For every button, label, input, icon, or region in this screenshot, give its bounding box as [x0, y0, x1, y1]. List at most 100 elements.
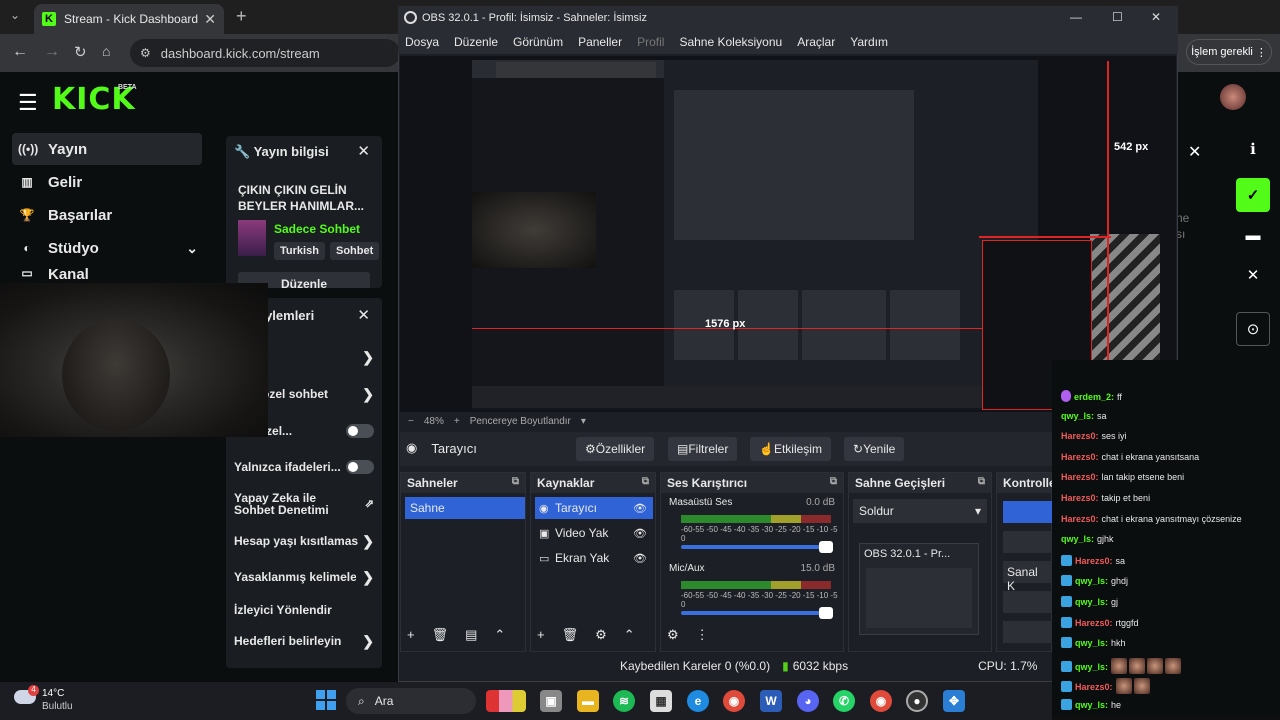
popout-icon[interactable]: ⧉ — [830, 476, 837, 487]
obs-taskbar-icon[interactable]: ● — [906, 690, 928, 712]
fit-window-label[interactable]: Pencereye Boyutlandır — [470, 416, 571, 427]
close-icon[interactable]: ✕ — [357, 142, 370, 160]
chat-username[interactable]: Harezs0: — [1061, 452, 1099, 462]
gear-icon[interactable]: ⚙ — [595, 627, 607, 643]
action-ai-moderation[interactable]: Yapay Zeka ile Sohbet Denetimi ⇗ — [234, 492, 374, 516]
chat-username[interactable]: Harezs0: — [1075, 618, 1113, 628]
properties-button[interactable]: ⚙ Özellikler — [576, 437, 655, 461]
chat-username[interactable]: qwy_ls: — [1075, 597, 1108, 607]
scene-item[interactable]: Sahne — [405, 497, 525, 519]
tab-close-icon[interactable]: ✕ — [204, 11, 216, 28]
chat-username[interactable]: qwy_ls: — [1075, 662, 1108, 672]
info-icon[interactable]: ℹ — [1236, 132, 1270, 166]
layout-icon[interactable]: ▬ — [1236, 218, 1270, 252]
popout-icon[interactable]: ⧉ — [512, 476, 519, 487]
action-set-goals[interactable]: Hedefleri belirleyin ❯ — [234, 633, 374, 649]
chat-username[interactable]: Harezs0: — [1061, 431, 1099, 441]
chevron-up-icon[interactable]: ⌃ — [624, 627, 635, 643]
close-icon[interactable]: ✕ — [357, 306, 370, 324]
forward-icon[interactable]: → — [44, 43, 60, 61]
edge-icon[interactable]: e — [687, 690, 709, 712]
popout-icon[interactable]: ⧉ — [642, 476, 649, 487]
chat-username[interactable]: Harezs0: — [1061, 493, 1099, 503]
tag-turkish[interactable]: Turkish — [274, 242, 325, 260]
site-info-icon[interactable]: ⚙ — [140, 46, 151, 60]
spotify-icon[interactable]: ≋ — [613, 690, 635, 712]
action-emote-only[interactable]: Yalnızca ifadeleri... — [234, 460, 374, 474]
chat-username[interactable]: qwy_ls: — [1075, 638, 1108, 648]
chevron-down-icon[interactable]: ▾ — [581, 416, 586, 427]
chat-username[interactable]: erdem_2: — [1074, 392, 1114, 402]
chat-username[interactable]: qwy_ls: — [1075, 700, 1108, 710]
target-icon[interactable]: ⊙ — [1236, 312, 1270, 346]
trash-icon[interactable]: 🗑 — [562, 627, 579, 643]
menu-sahne-koleksiyonu[interactable]: Sahne Koleksiyonu — [679, 35, 782, 49]
interact-button[interactable]: ☝ Etkileşim — [750, 437, 831, 461]
menu-gorunum[interactable]: Görünüm — [513, 35, 563, 49]
menu-yardim[interactable]: Yardım — [850, 35, 888, 49]
eye-icon[interactable]: 👁 — [633, 527, 647, 540]
nav-item-yayin[interactable]: ((•)) Yayın — [12, 133, 202, 165]
more-icon[interactable]: ⋮ — [696, 627, 709, 643]
menu-paneller[interactable]: Paneller — [578, 35, 622, 49]
gear-icon[interactable]: ⚙ — [667, 627, 679, 643]
menu-profil[interactable]: Profil — [637, 35, 664, 49]
source-item[interactable]: ▭ Ekran Yak 👁 — [535, 547, 653, 569]
taskbar-preview-popup[interactable]: OBS 32.0.1 - Pr... — [859, 543, 979, 635]
toggle-switch[interactable] — [346, 460, 374, 474]
home-icon[interactable]: ⌂ — [102, 43, 110, 59]
url-field[interactable]: ⚙ dashboard.kick.com/stream — [130, 39, 400, 67]
chevron-down-icon[interactable]: ⌄ — [186, 240, 198, 257]
menu-araclar[interactable]: Araçlar — [797, 35, 835, 49]
filters-button[interactable]: ▤ Filtreler — [668, 437, 738, 461]
browser-tab[interactable]: K Stream - Kick Dashboard ✕ — [34, 4, 224, 34]
chat-username[interactable]: Harezs0: — [1061, 514, 1099, 524]
close-icon[interactable]: ✕ — [1188, 142, 1201, 162]
tab-search-icon[interactable]: ⌄ — [10, 8, 20, 22]
maximize-icon[interactable]: ☐ — [1112, 10, 1123, 24]
studio-mode-button[interactable] — [1003, 591, 1053, 613]
task-view-icon[interactable]: ▣ — [540, 690, 562, 712]
start-recording-button[interactable] — [1003, 531, 1053, 553]
tag-sohbet[interactable]: Sohbet — [330, 242, 380, 260]
chat-username[interactable]: Harezs0: — [1075, 682, 1113, 692]
avatar[interactable] — [1220, 84, 1246, 110]
action-redirect-viewers[interactable]: İzleyici Yönlendir — [234, 603, 374, 617]
taskbar-search[interactable]: ⌕ Ara — [346, 688, 476, 714]
eye-icon[interactable]: 👁 — [633, 502, 647, 515]
store-icon[interactable]: ▦ — [650, 690, 672, 712]
chat-username[interactable]: Harezs0: — [1061, 472, 1099, 482]
minimize-icon[interactable]: — — [1070, 10, 1082, 24]
action-required-button[interactable]: İşlem gerekli ⋮ — [1186, 39, 1272, 65]
toggle-switch[interactable] — [346, 424, 374, 438]
app-icon[interactable]: ✥ — [943, 690, 965, 712]
menu-duzenle[interactable]: Düzenle — [454, 35, 498, 49]
trash-icon[interactable]: 🗑 — [432, 627, 449, 643]
source-item[interactable]: ◉ Tarayıcı 👁 — [535, 497, 653, 519]
menu-icon[interactable]: ☰ — [18, 90, 38, 116]
eye-icon[interactable]: 👁 — [633, 552, 647, 565]
settings-button[interactable] — [1003, 621, 1053, 643]
check-button[interactable]: ✓ — [1236, 178, 1270, 212]
filter-icon[interactable]: ▤ — [465, 627, 477, 643]
obs-preview[interactable]: 542 px 1576 px — [400, 56, 1176, 412]
new-tab-icon[interactable]: + — [236, 6, 247, 27]
discord-icon[interactable]: ◕ — [797, 690, 819, 712]
close-icon[interactable]: ✕ — [1151, 10, 1161, 24]
word-icon[interactable]: W — [760, 690, 782, 712]
source-item[interactable]: ▣ Video Yak 👁 — [535, 522, 653, 544]
nav-item-studyo[interactable]: ◐ Stüdyo ⌄ — [12, 232, 202, 264]
back-icon[interactable]: ← — [12, 43, 28, 61]
nav-item-gelir[interactable]: ▥ Gelir — [12, 166, 202, 198]
transition-select[interactable]: Soldur ▾ — [853, 499, 987, 523]
chat-username[interactable]: qwy_ls: — [1061, 411, 1094, 421]
fruit-widget-icon[interactable] — [486, 690, 526, 712]
file-explorer-icon[interactable]: ▬ — [577, 690, 599, 712]
action-banned-words[interactable]: Yasaklanmış kelimeler ❯ — [234, 569, 374, 585]
category-name[interactable]: Sadece Sohbet — [274, 222, 360, 236]
chrome-profile-icon[interactable]: ◉ — [870, 690, 892, 712]
reload-icon[interactable]: ↻ — [74, 43, 87, 61]
zoom-in-icon[interactable]: + — [454, 416, 460, 427]
add-icon[interactable]: + — [407, 627, 415, 643]
nav-item-kanal[interactable]: ▭ Kanal — [12, 266, 202, 284]
